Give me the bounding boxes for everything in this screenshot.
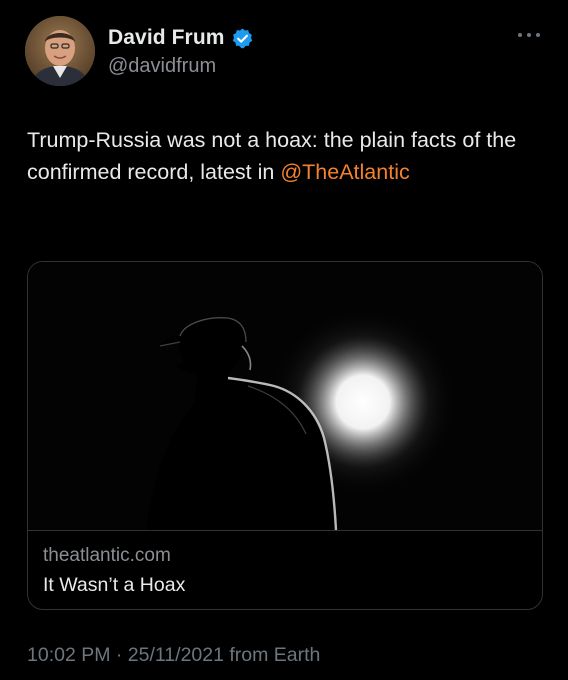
tweet-body: Trump-Russia was not a hoax: the plain f… [27,128,517,184]
more-dot [527,33,531,37]
display-name[interactable]: David Frum [108,26,225,50]
card-domain: theatlantic.com [43,545,171,566]
link-card[interactable]: theatlantic.com It Wasn’t a Hoax [27,261,543,610]
more-dot [518,33,522,37]
card-image[interactable] [28,262,542,531]
more-options-icon[interactable] [518,28,540,42]
handle[interactable]: @davidfrum [108,55,254,78]
name-row: David Frum [108,24,254,52]
tweet: David Frum @davidfrum Trump-Russia was n… [0,0,568,680]
card-title: It Wasn’t a Hoax [43,574,186,596]
avatar[interactable] [25,16,95,86]
more-dot [536,33,540,37]
author-block: David Frum @davidfrum [108,24,254,78]
tweet-text: Trump-Russia was not a hoax: the plain f… [27,124,527,188]
tweet-timestamp[interactable]: 10:02 PM · 25/11/2021 from Earth [27,644,320,667]
mention-link[interactable]: @TheAtlantic [280,160,409,184]
verified-badge-icon [231,27,254,50]
